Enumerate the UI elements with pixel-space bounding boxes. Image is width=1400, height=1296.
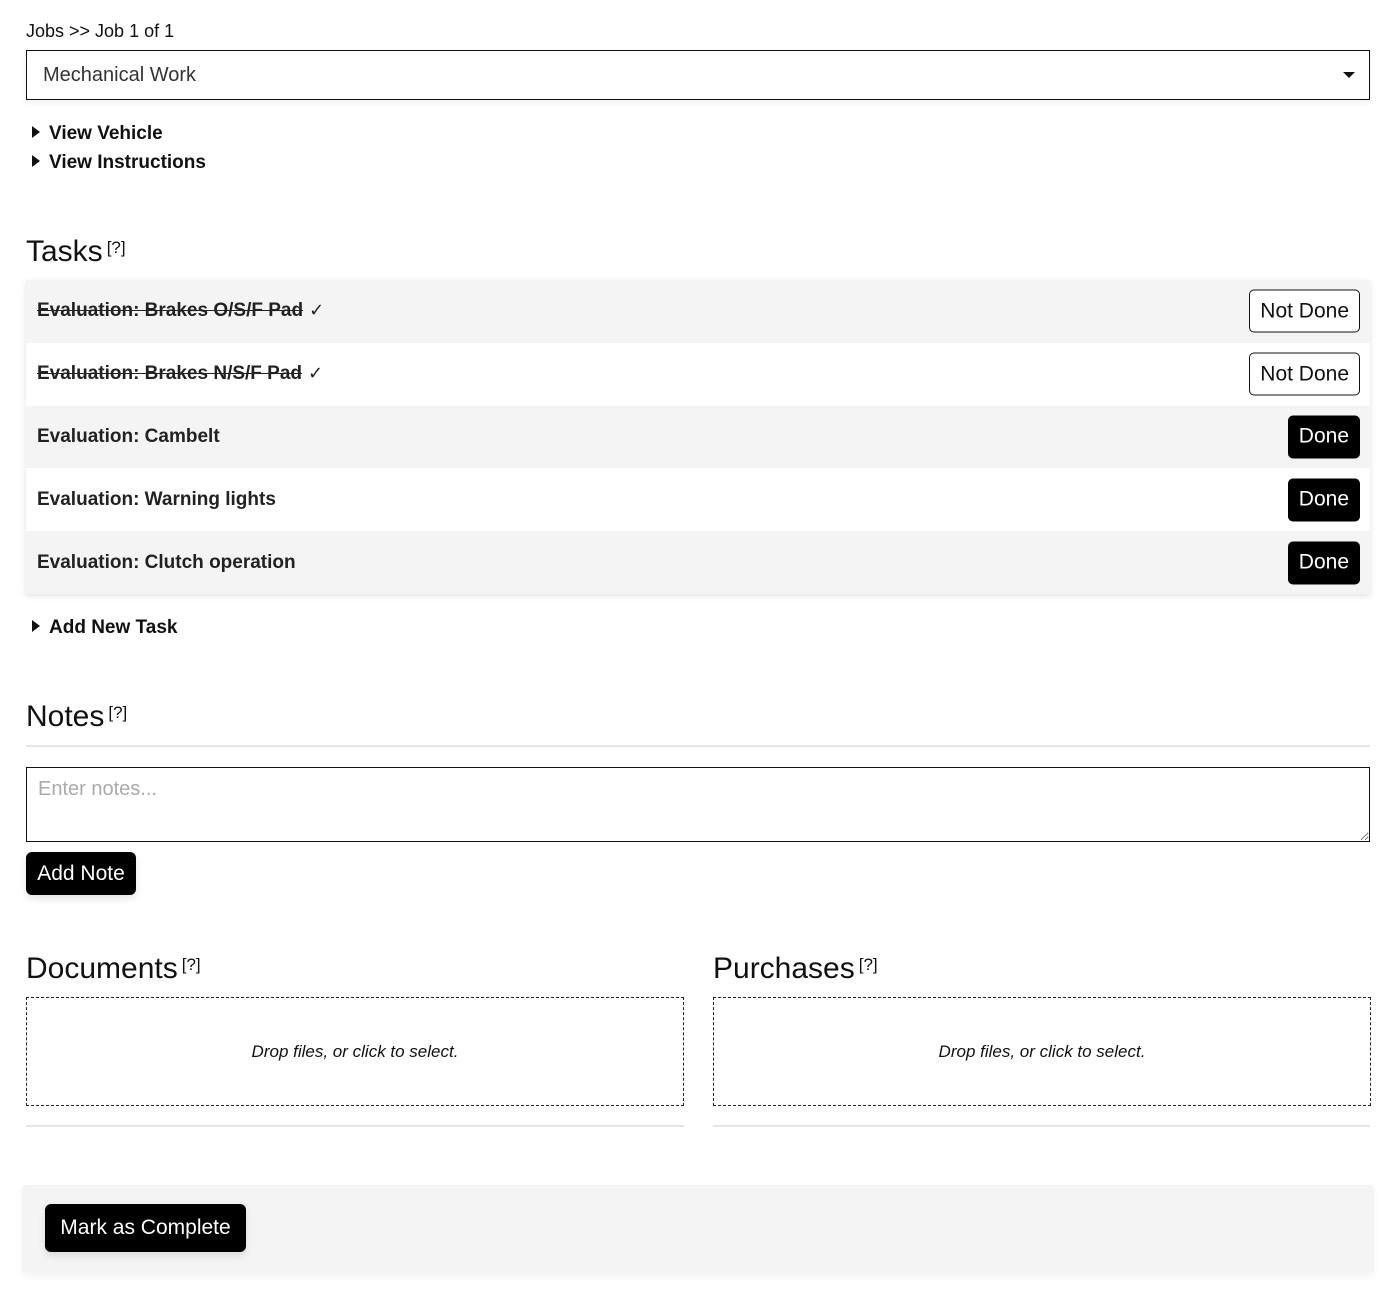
task-row: Evaluation: Clutch operation Done xyxy=(26,531,1370,594)
purchases-help-link[interactable]: [?] xyxy=(859,955,878,974)
triangle-right-icon xyxy=(32,125,40,138)
task-row: Evaluation: Brakes O/S/F Pad ✓ Not Done xyxy=(26,280,1370,343)
purchases-heading: Purchases [?] xyxy=(713,952,878,986)
notes-input[interactable] xyxy=(26,767,1370,842)
job-select[interactable]: Mechanical Work xyxy=(26,50,1370,100)
tasks-list: Evaluation: Brakes O/S/F Pad ✓ Not Done Eva… xyxy=(26,280,1370,594)
notes-title: Notes xyxy=(26,700,105,733)
task-label: Evaluation: Cambelt xyxy=(37,426,220,448)
purchases-title: Purchases xyxy=(713,952,855,985)
task-label-text: Evaluation: Cambelt xyxy=(37,425,220,447)
task-label-text: Evaluation: Brakes O/S/F Pad xyxy=(37,300,304,322)
task-label-text: Evaluation: Warning lights xyxy=(37,488,276,510)
view-instructions-toggle[interactable]: View Instructions xyxy=(32,152,206,174)
notes-divider xyxy=(26,745,1370,747)
tasks-heading: Tasks [?] xyxy=(26,235,126,269)
mark-as-complete-button[interactable]: Mark as Complete xyxy=(45,1204,246,1252)
documents-divider xyxy=(26,1125,684,1127)
task-row: Evaluation: Warning lights Done xyxy=(26,468,1370,532)
task-label: Evaluation: Warning lights xyxy=(37,489,276,511)
done-button[interactable]: Done xyxy=(1287,478,1360,522)
notes-heading: Notes [?] xyxy=(26,700,127,734)
documents-dropzone[interactable]: Drop files, or click to select. xyxy=(26,997,684,1106)
add-new-task-label: Add New Task xyxy=(49,617,178,638)
task-label: Evaluation: Brakes N/S/F Pad ✓ xyxy=(37,363,323,385)
task-row: Evaluation: Cambelt Done xyxy=(26,405,1370,469)
chevron-down-icon xyxy=(1343,72,1355,78)
tasks-title: Tasks xyxy=(26,235,103,268)
breadcrumb[interactable]: Jobs >> Job 1 of 1 xyxy=(26,20,174,42)
triangle-right-icon xyxy=(32,619,40,632)
view-vehicle-toggle[interactable]: View Vehicle xyxy=(32,123,163,145)
documents-help-link[interactable]: [?] xyxy=(182,955,201,974)
task-label: Evaluation: Clutch operation xyxy=(37,552,296,574)
done-button[interactable]: Done xyxy=(1287,415,1360,459)
add-note-button[interactable]: Add Note xyxy=(26,852,136,895)
task-label-text: Evaluation: Clutch operation xyxy=(37,551,296,573)
add-new-task-toggle[interactable]: Add New Task xyxy=(32,617,177,639)
purchases-dropzone[interactable]: Drop files, or click to select. xyxy=(713,997,1371,1106)
documents-title: Documents xyxy=(26,952,178,985)
not-done-button[interactable]: Not Done xyxy=(1249,289,1360,333)
task-label-text: Evaluation: Brakes N/S/F Pad xyxy=(37,363,303,385)
task-label: Evaluation: Brakes O/S/F Pad ✓ xyxy=(37,300,324,322)
notes-help-link[interactable]: [?] xyxy=(108,703,127,722)
check-icon: ✓ xyxy=(308,363,324,384)
documents-heading: Documents [?] xyxy=(26,952,201,986)
task-row: Evaluation: Brakes N/S/F Pad ✓ Not Done xyxy=(26,342,1370,406)
not-done-button[interactable]: Not Done xyxy=(1249,352,1360,396)
view-vehicle-label: View Vehicle xyxy=(49,123,163,144)
check-icon: ✓ xyxy=(309,300,325,321)
view-instructions-label: View Instructions xyxy=(49,152,206,173)
purchases-divider xyxy=(713,1125,1370,1127)
triangle-right-icon xyxy=(32,154,40,167)
tasks-help-link[interactable]: [?] xyxy=(107,238,126,257)
done-button[interactable]: Done xyxy=(1287,541,1360,585)
job-select-value: Mechanical Work xyxy=(43,64,197,86)
footer-bar: Mark as Complete xyxy=(22,1185,1374,1273)
